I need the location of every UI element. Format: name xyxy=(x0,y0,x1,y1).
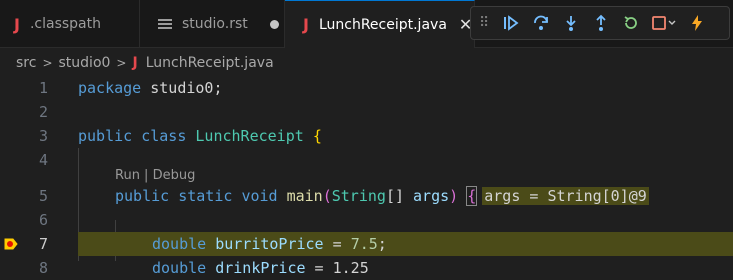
code-line[interactable]: 6 xyxy=(0,208,733,232)
code-line-current[interactable]: 7 double burritoPrice = 7.5; xyxy=(0,232,733,256)
java-icon: J xyxy=(303,15,309,34)
breadcrumb-file[interactable]: LunchReceipt.java xyxy=(146,55,274,71)
lightning-icon xyxy=(692,15,703,31)
java-icon: J xyxy=(14,14,20,34)
breadcrumb: src > studio0 > J LunchReceipt.java xyxy=(16,50,274,76)
breadcrumb-separator: > xyxy=(42,56,53,70)
tab-label: .classpath xyxy=(29,16,101,32)
unsaved-dot-icon[interactable] xyxy=(269,19,279,29)
code-line[interactable]: 8 double drinkPrice = 1.25 xyxy=(0,256,733,280)
codelens-run-debug[interactable]: Run | Debug xyxy=(115,168,195,183)
inline-debug-value: args = String[0]@9 xyxy=(482,187,649,205)
step-out-icon xyxy=(596,14,606,31)
breadcrumb-studio0[interactable]: studio0 xyxy=(59,55,111,71)
tab-lunchreceipt-java[interactable]: J LunchReceipt.java ✕ xyxy=(285,0,475,48)
tab-studio-rst[interactable]: studio.rst xyxy=(140,0,285,48)
step-into-icon xyxy=(566,16,576,31)
continue-icon xyxy=(504,15,519,31)
step-over-button[interactable] xyxy=(526,10,556,36)
line-number: 3 xyxy=(38,127,48,145)
step-into-button[interactable] xyxy=(556,10,586,36)
code-line[interactable]: 2 xyxy=(0,100,733,124)
code-line[interactable]: 1 package studio0; xyxy=(0,76,733,100)
line-number: 7 xyxy=(38,235,48,253)
step-out-button[interactable] xyxy=(586,10,616,36)
line-number: 1 xyxy=(38,79,48,97)
line-number: 6 xyxy=(38,211,48,229)
debug-toolbar: ⠿ xyxy=(470,6,730,40)
line-number: 4 xyxy=(38,151,48,169)
code-line[interactable]: 5 public static void main(String[] args)… xyxy=(0,184,733,208)
line-number: 5 xyxy=(38,187,48,205)
line-number: 8 xyxy=(38,259,48,277)
stop-icon xyxy=(652,16,676,30)
tab-classpath[interactable]: J .classpath xyxy=(0,0,140,48)
breadcrumb-separator: > xyxy=(116,56,127,70)
code-line[interactable]: 4 xyxy=(0,148,733,172)
code-line[interactable]: 3 public class LunchReceipt { xyxy=(0,124,733,148)
file-lines-icon xyxy=(158,17,172,31)
line-number: 2 xyxy=(38,103,48,121)
tab-label: studio.rst xyxy=(182,16,248,32)
step-over-icon xyxy=(534,15,549,30)
breadcrumb-src[interactable]: src xyxy=(16,55,36,71)
java-icon: J xyxy=(132,55,138,71)
restart-icon xyxy=(624,16,638,29)
tab-label: LunchReceipt.java xyxy=(318,16,447,33)
stop-button[interactable] xyxy=(646,10,682,36)
drag-grip-icon[interactable]: ⠿ xyxy=(479,15,489,31)
restart-button[interactable] xyxy=(616,10,646,36)
continue-button[interactable] xyxy=(496,10,526,36)
hot-code-replace-button[interactable] xyxy=(682,10,712,36)
code-editor[interactable]: 1 package studio0; 2 3 public class Lunc… xyxy=(0,76,733,277)
